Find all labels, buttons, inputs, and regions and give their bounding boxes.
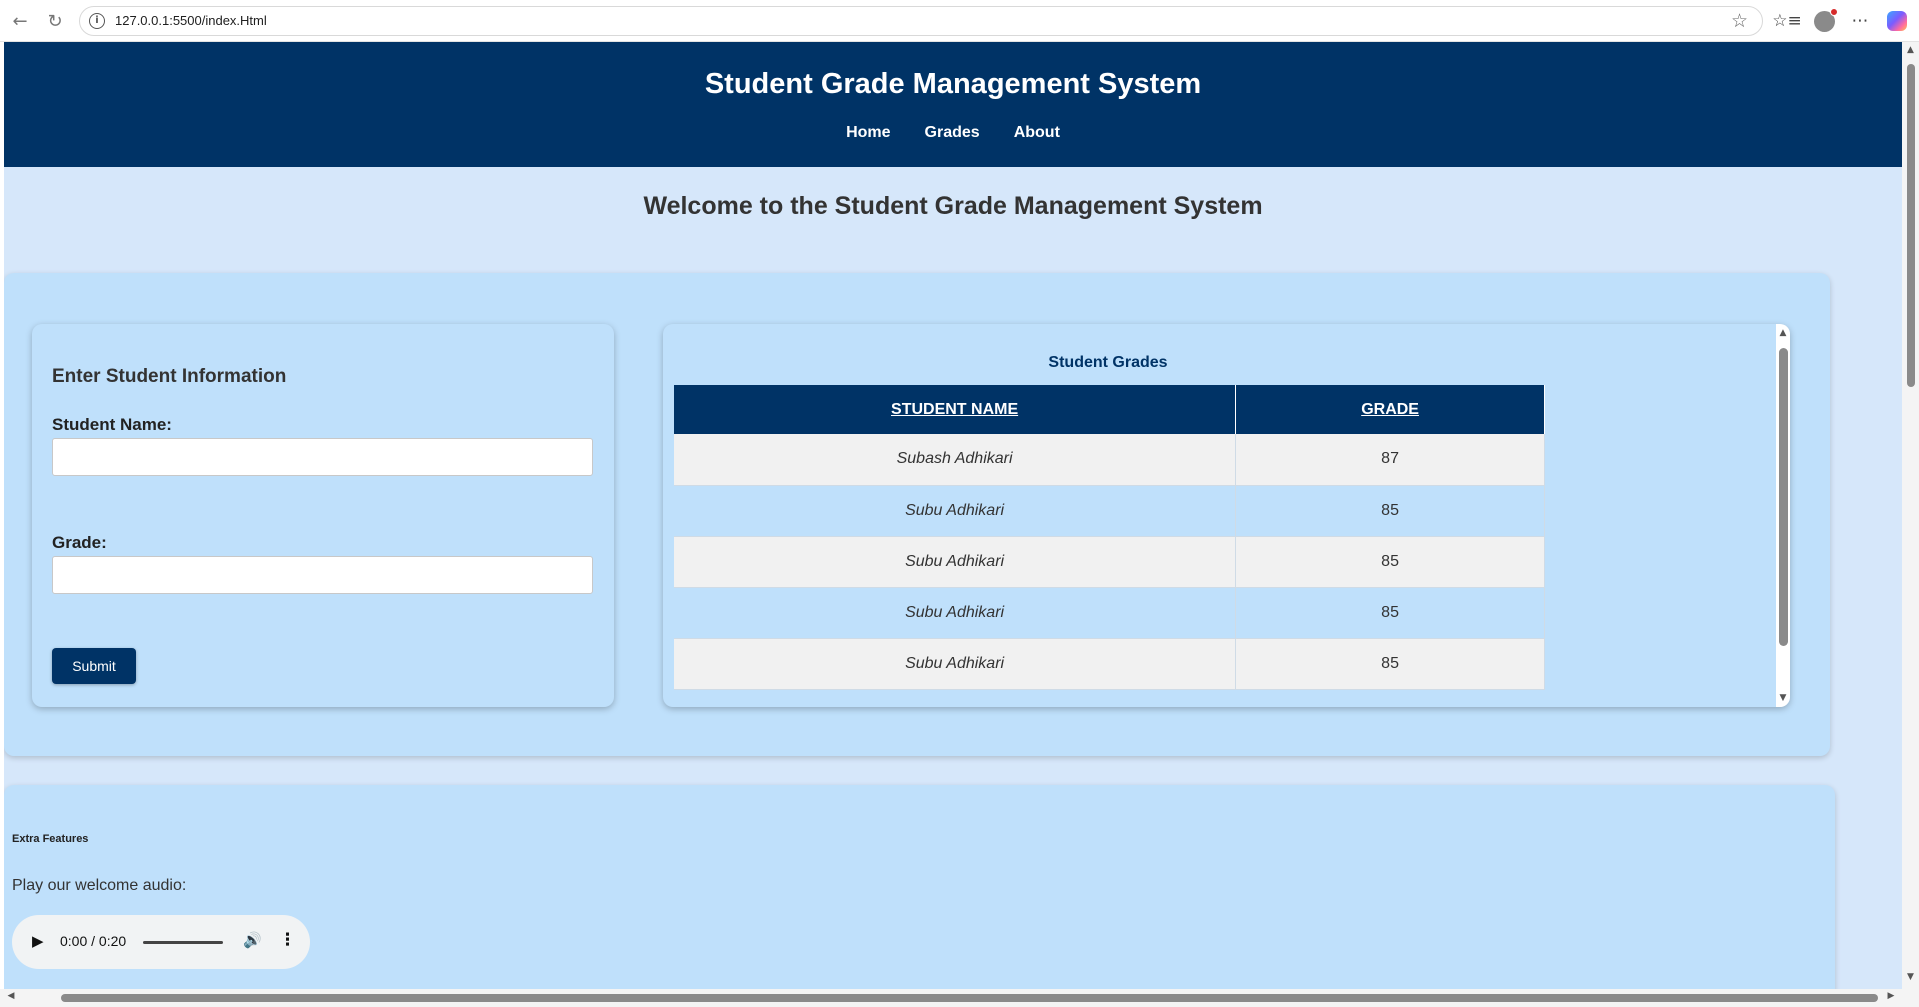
- table-row: Subu Adhikari 85: [674, 638, 1545, 690]
- more-options-icon[interactable]: ⋮: [279, 930, 296, 950]
- welcome-heading: Welcome to the Student Grade Management …: [643, 192, 1263, 220]
- student-name-input[interactable]: [52, 438, 593, 476]
- student-name-cell: Subu Adhikari: [674, 485, 1237, 537]
- scroll-right-arrow-icon[interactable]: ▶: [1884, 991, 1898, 1005]
- audio-player: ▶ 0:00 / 0:20 🔊 ⋮: [12, 915, 310, 969]
- copilot-icon[interactable]: [1884, 8, 1910, 34]
- profile-avatar-icon[interactable]: [1811, 7, 1838, 34]
- page-viewport: Student Grade Management System Home Gra…: [4, 42, 1902, 989]
- grade-cell: 85: [1235, 536, 1545, 588]
- site-title: Student Grade Management System: [704, 68, 1202, 100]
- scroll-left-arrow-icon[interactable]: ◀: [4, 991, 18, 1005]
- student-name-cell: Subu Adhikari: [674, 638, 1237, 690]
- grades-title: Student Grades: [1048, 354, 1168, 371]
- grade-cell: 85: [1235, 587, 1545, 639]
- nav-link-home[interactable]: Home: [846, 124, 890, 142]
- grades-scrollbar[interactable]: ▲ ▼: [1776, 324, 1790, 707]
- student-name-cell: Subu Adhikari: [674, 536, 1237, 588]
- play-icon[interactable]: ▶: [32, 932, 44, 950]
- table-row: Subu Adhikari 85: [674, 485, 1545, 537]
- grade-label: Grade:: [52, 533, 107, 552]
- site-info-icon[interactable]: i: [89, 13, 105, 29]
- extra-features-title: Extra Features: [12, 833, 89, 845]
- grade-input[interactable]: [52, 556, 593, 594]
- address-bar[interactable]: i 127.0.0.1:5500/index.Html ☆: [79, 6, 1763, 36]
- browser-toolbar: ← ↻ i 127.0.0.1:5500/index.Html ☆ ☆≡ ⋯: [0, 0, 1919, 42]
- submit-button[interactable]: Submit: [52, 648, 136, 684]
- grade-cell: 85: [1235, 638, 1545, 690]
- audio-time: 0:00 / 0:20: [60, 933, 127, 949]
- nav-link-about[interactable]: About: [1014, 124, 1060, 142]
- refresh-icon[interactable]: ↻: [43, 9, 67, 33]
- audio-description: Play our welcome audio:: [12, 877, 187, 894]
- student-grades-card: Student Grades STUDENT NAME GRADE Subash…: [663, 324, 1790, 707]
- student-name-label: Student Name:: [52, 415, 172, 434]
- student-name-cell: Subu Adhikari: [674, 587, 1237, 639]
- grades-scrollbar-thumb[interactable]: [1779, 348, 1788, 646]
- scrollbar-corner: [1902, 989, 1919, 1007]
- site-header: Student Grade Management System Home Gra…: [4, 42, 1902, 167]
- back-arrow-icon[interactable]: ←: [8, 9, 32, 33]
- avatar: [1813, 7, 1838, 32]
- page-vertical-scrollbar-thumb[interactable]: [1907, 64, 1915, 387]
- extra-features-section: Extra Features Play our welcome audio: ▶…: [4, 785, 1835, 989]
- audio-progress-slider[interactable]: [143, 941, 223, 944]
- grade-cell: 87: [1235, 434, 1545, 486]
- address-bar-url: 127.0.0.1:5500/index.Html: [115, 13, 267, 28]
- volume-icon[interactable]: 🔊: [243, 931, 262, 949]
- main-section: Enter Student Information Student Name: …: [4, 273, 1830, 756]
- nav-link-grades[interactable]: Grades: [925, 124, 980, 142]
- column-header-student-name[interactable]: STUDENT NAME: [674, 385, 1237, 434]
- page-vertical-scrollbar[interactable]: ▲ ▼: [1902, 42, 1919, 989]
- notification-dot: [1829, 7, 1838, 16]
- page-horizontal-scrollbar[interactable]: ◀ ▶: [0, 989, 1902, 1007]
- scroll-up-arrow-icon[interactable]: ▲: [1776, 326, 1790, 340]
- table-row: Subu Adhikari 85: [674, 587, 1545, 639]
- student-name-cell: Subash Adhikari: [674, 434, 1237, 486]
- table-row: Subash Adhikari 87: [674, 434, 1545, 486]
- favorite-star-icon[interactable]: ☆: [1731, 10, 1748, 32]
- scroll-down-arrow-icon[interactable]: ▼: [1776, 691, 1790, 705]
- scroll-down-arrow-icon[interactable]: ▼: [1902, 972, 1919, 986]
- column-header-grade[interactable]: GRADE: [1235, 385, 1545, 434]
- form-heading: Enter Student Information: [52, 366, 287, 387]
- scroll-up-arrow-icon[interactable]: ▲: [1902, 45, 1919, 59]
- favorites-list-icon[interactable]: ☆≡: [1772, 8, 1801, 34]
- more-menu-icon[interactable]: ⋯: [1847, 8, 1873, 34]
- site-nav: Home Grades About: [4, 124, 1902, 142]
- page-horizontal-scrollbar-thumb[interactable]: [61, 994, 1878, 1002]
- grades-table: STUDENT NAME GRADE Subash Adhikari 87 Su…: [674, 385, 1545, 690]
- student-form-card: Enter Student Information Student Name: …: [32, 324, 614, 707]
- table-row: Subu Adhikari 85: [674, 536, 1545, 588]
- grade-cell: 85: [1235, 485, 1545, 537]
